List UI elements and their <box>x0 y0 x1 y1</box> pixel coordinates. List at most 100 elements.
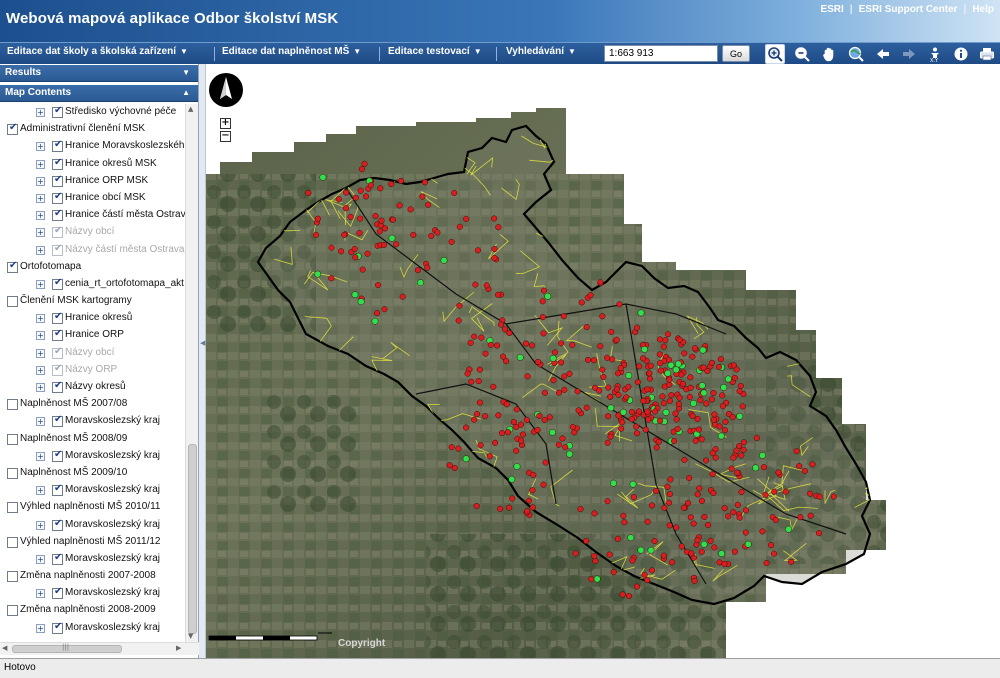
layer-tree-item[interactable]: + cenia_rt_ortofotomapa_akt <box>0 276 186 293</box>
school-point-red[interactable] <box>558 359 565 366</box>
school-point-red[interactable] <box>419 193 426 200</box>
school-point-red[interactable] <box>740 446 747 453</box>
school-point-red[interactable] <box>377 185 384 192</box>
school-point-green[interactable] <box>314 270 322 278</box>
school-point-red[interactable] <box>762 491 769 498</box>
school-point-red[interactable] <box>464 370 471 377</box>
school-point-red[interactable] <box>664 483 671 490</box>
layer-visibility-checkbox[interactable] <box>7 536 18 548</box>
school-point-red[interactable] <box>709 450 716 457</box>
info-tool[interactable] <box>951 44 971 64</box>
school-point-red[interactable] <box>494 342 501 349</box>
school-point-red[interactable] <box>672 410 679 417</box>
school-point-red[interactable] <box>560 313 567 320</box>
school-point-red[interactable] <box>620 512 627 519</box>
school-point-green[interactable] <box>549 428 556 436</box>
school-point-red[interactable] <box>742 529 749 536</box>
school-point-green[interactable] <box>440 256 448 264</box>
layer-tree-item[interactable]: + Hranice Moravskoslezského <box>0 138 186 155</box>
map-contents-panel-header[interactable]: Map Contents ▲ <box>0 85 198 102</box>
school-point-red[interactable] <box>691 345 699 352</box>
school-point-red[interactable] <box>536 412 543 419</box>
school-point-red[interactable] <box>474 410 481 418</box>
school-point-red[interactable] <box>574 388 581 395</box>
school-point-red[interactable] <box>524 373 531 380</box>
school-point-red[interactable] <box>733 447 740 454</box>
school-point-red[interactable] <box>463 215 470 223</box>
school-point-red[interactable] <box>495 224 502 231</box>
school-point-red[interactable] <box>540 287 548 294</box>
school-point-red[interactable] <box>731 374 738 381</box>
school-point-red[interactable] <box>675 400 682 408</box>
school-point-red[interactable] <box>708 396 715 403</box>
school-point-red[interactable] <box>618 425 625 432</box>
school-point-red[interactable] <box>816 493 823 500</box>
school-point-red[interactable] <box>477 442 484 449</box>
layer-visibility-checkbox[interactable] <box>52 208 63 222</box>
school-point-red[interactable] <box>446 462 453 469</box>
splitter-arrow-icon[interactable]: ◀ <box>200 339 205 347</box>
school-point-red[interactable] <box>434 229 441 236</box>
school-point-green[interactable] <box>752 464 760 472</box>
school-point-red[interactable] <box>591 552 598 560</box>
school-point-green[interactable] <box>513 463 521 470</box>
school-point-red[interactable] <box>591 510 598 517</box>
expand-plus-icon[interactable]: + <box>36 211 45 221</box>
layer-tree-item[interactable]: Naplněnost MŠ 2008/09 <box>0 431 186 448</box>
school-point-red[interactable] <box>730 454 737 461</box>
school-point-red[interactable] <box>687 374 694 381</box>
school-point-red[interactable] <box>456 223 463 230</box>
school-point-red[interactable] <box>688 550 695 557</box>
esri-link[interactable]: ESRI <box>820 4 843 15</box>
school-point-red[interactable] <box>525 497 533 504</box>
expand-plus-icon[interactable]: + <box>36 623 45 633</box>
school-point-red[interactable] <box>455 317 462 324</box>
expand-plus-icon[interactable]: + <box>36 331 45 341</box>
school-point-red[interactable] <box>734 501 741 508</box>
layer-tree-item[interactable]: Administrativní členění MSK <box>0 121 186 138</box>
school-point-red[interactable] <box>630 494 637 501</box>
school-point-red[interactable] <box>689 412 696 419</box>
school-point-red[interactable] <box>509 495 516 502</box>
school-point-red[interactable] <box>775 469 782 476</box>
school-point-red[interactable] <box>648 567 656 574</box>
school-point-red[interactable] <box>541 416 548 424</box>
school-point-red[interactable] <box>691 577 698 585</box>
map-zoom-out-button[interactable]: − <box>220 131 231 142</box>
school-point-red[interactable] <box>641 571 648 578</box>
school-point-red[interactable] <box>668 392 675 399</box>
layer-tree-item[interactable]: + Hranice ORP MSK <box>0 173 186 190</box>
school-point-red[interactable] <box>695 426 702 433</box>
school-point-red[interactable] <box>376 228 383 235</box>
school-point-red[interactable] <box>633 324 641 331</box>
layer-tree-item[interactable]: + Názvy obcí <box>0 345 186 362</box>
scroll-down-icon[interactable]: ▼ <box>188 632 193 640</box>
school-point-red[interactable] <box>604 498 611 505</box>
school-point-red[interactable] <box>687 514 694 521</box>
menu-editace-naplnenost[interactable]: Editace dat naplněnost MŠ ▼ <box>222 46 361 57</box>
school-point-red[interactable] <box>709 471 716 478</box>
school-point-red[interactable] <box>388 181 395 188</box>
school-point-red[interactable] <box>566 370 573 377</box>
panel-splitter[interactable]: ◀ <box>199 64 206 658</box>
school-point-red[interactable] <box>807 490 814 497</box>
print-tool[interactable] <box>977 44 997 64</box>
school-point-red[interactable] <box>491 215 498 222</box>
school-point-red[interactable] <box>540 330 547 337</box>
school-point-red[interactable] <box>448 444 455 451</box>
school-point-red[interactable] <box>468 378 475 385</box>
school-point-red[interactable] <box>736 388 743 395</box>
school-point-red[interactable] <box>625 383 632 390</box>
school-point-red[interactable] <box>529 504 536 511</box>
school-point-red[interactable] <box>561 373 568 380</box>
expand-plus-icon[interactable]: + <box>36 554 45 564</box>
school-point-red[interactable] <box>530 471 537 478</box>
school-point-red[interactable] <box>698 436 705 443</box>
school-point-red[interactable] <box>635 408 642 415</box>
school-point-red[interactable] <box>478 334 485 341</box>
school-point-red[interactable] <box>796 463 803 470</box>
layer-visibility-checkbox[interactable] <box>52 174 63 187</box>
layer-visibility-checkbox[interactable] <box>52 157 63 170</box>
school-point-red[interactable] <box>722 418 729 425</box>
school-point-red[interactable] <box>555 441 562 448</box>
